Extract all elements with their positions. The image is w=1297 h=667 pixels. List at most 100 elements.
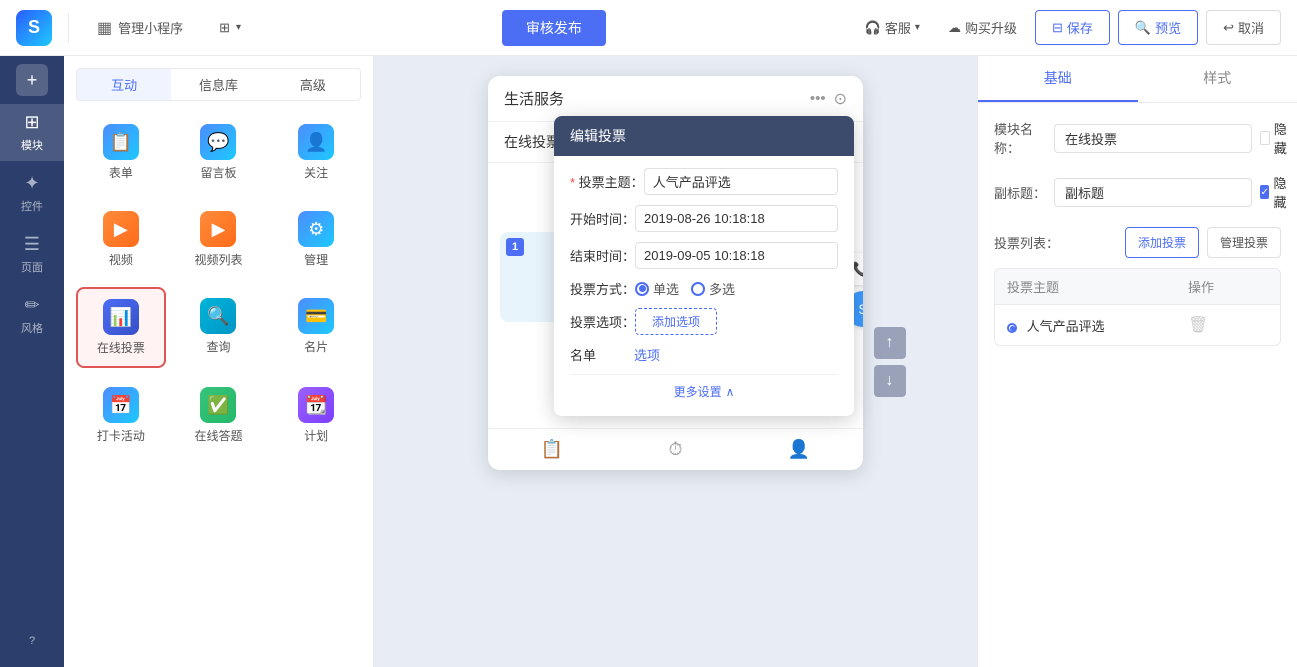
- comp-label: 视频列表: [194, 251, 242, 268]
- phone-bottom-clock[interactable]: ⏱: [668, 439, 682, 460]
- comp-item-quiz[interactable]: ✅ 在线答题: [174, 376, 264, 455]
- comp-label: 关注: [304, 164, 328, 181]
- rp-input-module-name[interactable]: [1054, 124, 1252, 153]
- sidebar-item-page[interactable]: ☰ 页面: [0, 226, 64, 283]
- sidebar: + ⊞ 模块 ✦ 控件 ☰ 页面 ✏ 风格 ?: [0, 56, 64, 667]
- right-panel-tabs: 基础 样式: [978, 56, 1297, 103]
- more-icon[interactable]: •••: [810, 90, 826, 107]
- hide-checkbox-2[interactable]: ✓: [1260, 185, 1269, 199]
- right-panel-body: 模块名称： 隐藏 副标题： ✓ 隐藏 投票列表： 添加投: [978, 103, 1297, 667]
- comp-item-form[interactable]: 📋 表单: [76, 113, 166, 192]
- vote-num-1: 1: [506, 238, 524, 256]
- rp-field-module-name: 模块名称： 隐藏: [994, 119, 1281, 157]
- phone-bottom-doc[interactable]: 📋: [541, 439, 563, 460]
- rp-label-module-name: 模块名称：: [994, 119, 1054, 157]
- preview-button[interactable]: 🔍 预览: [1118, 10, 1198, 45]
- help-icon: ?: [29, 635, 35, 647]
- add-option-button[interactable]: 添加选项: [635, 308, 717, 335]
- radio-multi[interactable]: 多选: [691, 279, 735, 298]
- vote-col-theme: 投票主题: [1007, 277, 1188, 296]
- checkin-icon: 📅: [103, 387, 139, 423]
- plan-icon: 📆: [298, 387, 334, 423]
- comp-label: 在线投票: [97, 339, 145, 356]
- sidebar-item-style[interactable]: ✏ 风格: [0, 287, 64, 344]
- sidebar-item-help[interactable]: ?: [29, 627, 35, 655]
- video-icon: ▶: [103, 211, 139, 247]
- radio-group-mode: 单选 多选: [635, 279, 735, 298]
- comp-label: 表单: [109, 164, 133, 181]
- form-row-start: 开始时间：: [570, 205, 838, 232]
- headphone-icon: 🎧: [865, 20, 881, 36]
- comp-item-videolist[interactable]: ▶ 视频列表: [174, 200, 264, 279]
- nav-grid[interactable]: ⊞ ▾: [207, 14, 253, 42]
- user-icon: 👤: [788, 439, 810, 460]
- comp-item-manage[interactable]: ⚙ 管理: [271, 200, 361, 279]
- hide-checkbox-1[interactable]: [1260, 131, 1270, 145]
- form-input-start[interactable]: [635, 205, 838, 232]
- form-row-extra: 名单 选项: [570, 345, 838, 364]
- sidebar-item-control[interactable]: ✦ 控件: [0, 165, 64, 222]
- control-icon: ✦: [24, 173, 39, 194]
- upgrade-item[interactable]: ☁ 购买升级: [938, 12, 1027, 43]
- publish-button[interactable]: 审核发布: [502, 10, 606, 46]
- form-row-topic: 投票主题：: [570, 168, 838, 195]
- vote-icon: 📊: [103, 299, 139, 335]
- hide-field-2: ✓ 隐藏: [1260, 173, 1291, 211]
- sidebar-item-label: 控件: [21, 198, 43, 214]
- manage-vote-button[interactable]: 管理投票: [1207, 227, 1281, 258]
- canvas-nav-up[interactable]: ↑: [874, 327, 906, 359]
- form-label-options: 投票选项：: [570, 312, 635, 331]
- hide-field-1: 隐藏: [1260, 119, 1291, 157]
- rp-tab-basic[interactable]: 基础: [978, 56, 1138, 102]
- comp-label: 打卡活动: [97, 427, 145, 444]
- sidebar-add-btn[interactable]: +: [16, 64, 48, 96]
- clock-icon: ⏱: [668, 439, 682, 460]
- save-button[interactable]: ⊟ 保存: [1035, 10, 1110, 45]
- radio-single[interactable]: 单选: [635, 279, 679, 298]
- style-icon: ✏: [24, 295, 39, 316]
- comp-item-plan[interactable]: 📆 计划: [271, 376, 361, 455]
- add-vote-button[interactable]: 添加投票: [1125, 227, 1199, 258]
- form-input-topic[interactable]: [644, 168, 838, 195]
- comp-item-video[interactable]: ▶ 视频: [76, 200, 166, 279]
- comp-item-card[interactable]: 💳 名片: [271, 287, 361, 368]
- quiz-icon: ✅: [200, 387, 236, 423]
- comp-item-checkin[interactable]: 📅 打卡活动: [76, 376, 166, 455]
- follow-icon: 👤: [298, 124, 334, 160]
- cancel-button[interactable]: ↩ 取消: [1206, 10, 1281, 45]
- support-item[interactable]: 🎧 客服 ▾: [855, 12, 930, 43]
- extra-link[interactable]: 选项: [634, 345, 660, 364]
- form-label-mode: 投票方式：: [570, 279, 635, 298]
- rp-tab-style[interactable]: 样式: [1138, 56, 1297, 102]
- edit-popup-body: 投票主题： 开始时间： 结束时间： 投票方式：: [554, 156, 854, 416]
- sidebar-item-module[interactable]: ⊞ 模块: [0, 104, 64, 161]
- vote-section-title: 在线投票: [504, 132, 560, 152]
- form-input-end[interactable]: [635, 242, 838, 269]
- comp-label: 留言板: [200, 164, 236, 181]
- comp-item-vote[interactable]: 📊 在线投票: [76, 287, 166, 368]
- form-label-end: 结束时间：: [570, 246, 635, 265]
- rp-input-subtitle[interactable]: [1054, 178, 1252, 207]
- comp-item-follow[interactable]: 👤 关注: [271, 113, 361, 192]
- vote-radio[interactable]: [1007, 323, 1017, 333]
- comp-category-tabs: 互动 信息库 高级: [76, 68, 361, 101]
- edit-popup: 编辑投票 投票主题： 开始时间： 结束时间：: [554, 116, 854, 416]
- comp-item-message[interactable]: 💬 留言板: [174, 113, 264, 192]
- phone-bottom-user[interactable]: 👤: [788, 439, 810, 460]
- comp-tab-interactive[interactable]: 互动: [77, 69, 171, 100]
- comp-tab-info[interactable]: 信息库: [171, 69, 265, 100]
- canvas-nav-down[interactable]: ↓: [874, 365, 906, 397]
- nav-miniapp[interactable]: ▦ 管理小程序: [85, 12, 195, 44]
- form-row-mode: 投票方式： 单选 多选: [570, 279, 838, 298]
- save-icon: ⊟: [1052, 20, 1063, 36]
- comp-tab-advanced[interactable]: 高级: [266, 69, 360, 100]
- edit-popup-header: 编辑投票: [554, 116, 854, 156]
- canvas-area: 生活服务 ••• ⊙ 在线投票 查看结果 › 人气产品评选 ⏰ 投票已于: [374, 56, 977, 667]
- more-settings-btn[interactable]: 更多设置 ∧: [570, 374, 838, 404]
- query-icon: 🔍: [200, 298, 236, 334]
- radio-dot-single: [635, 282, 649, 296]
- card-icon: 💳: [298, 298, 334, 334]
- comp-item-query[interactable]: 🔍 查询: [174, 287, 264, 368]
- rp-label-vote-list: 投票列表：: [994, 233, 1059, 252]
- delete-vote-icon[interactable]: 🗑: [1188, 315, 1268, 335]
